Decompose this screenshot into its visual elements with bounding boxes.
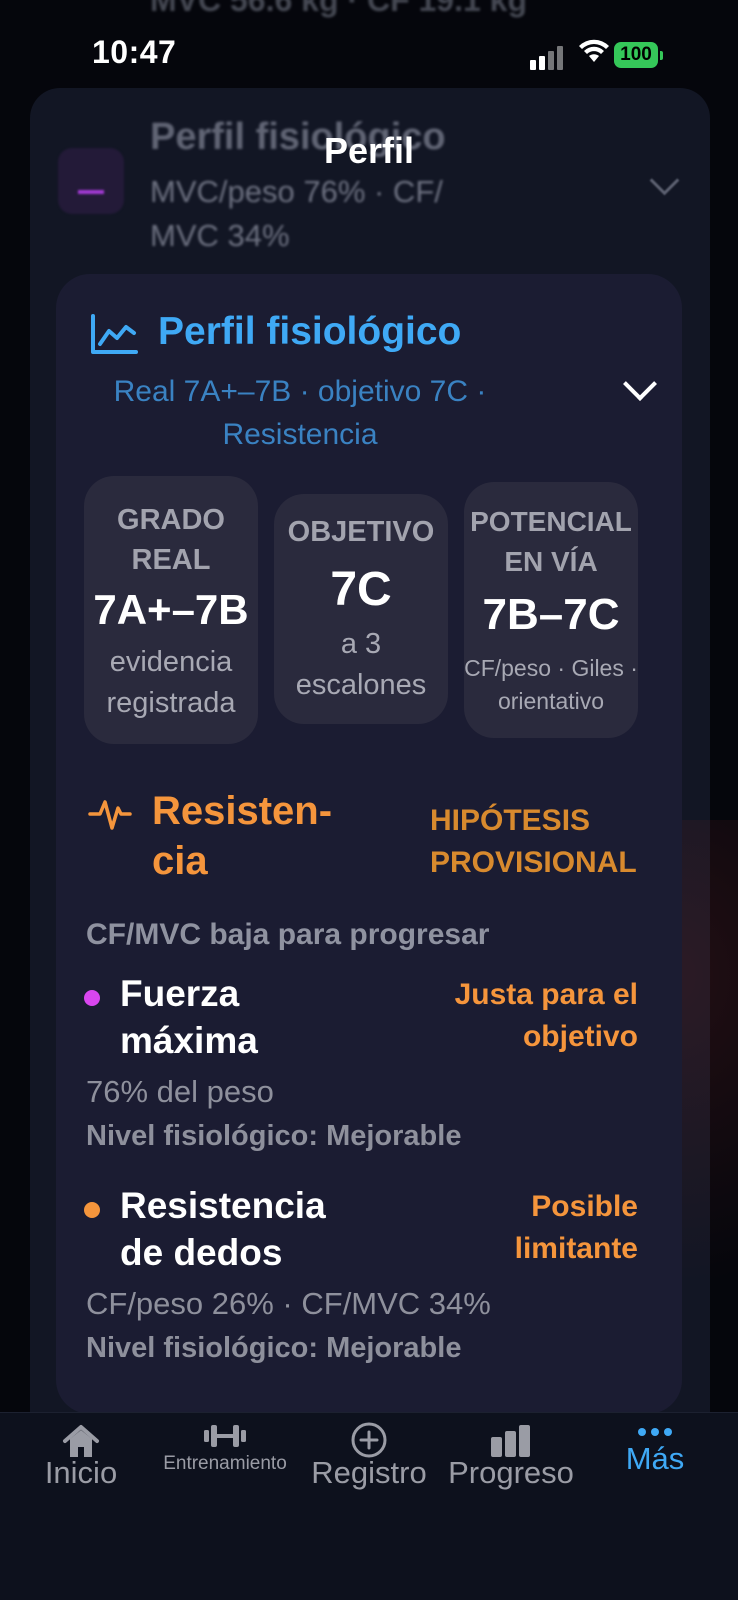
tile-note: CF/peso · Giles · orientativo [464,655,638,714]
tile-target: OBJETIVO 7C a 3 escalones [274,494,448,724]
section-subtitle: Real 7A+–7B · objetivo 7C · Resistencia [113,375,487,451]
tile-value: 7A+–7B [93,586,249,633]
resistance-description: CF/MVC baja para progresar [86,918,490,951]
more-icon [638,1428,672,1436]
tab-bar: Inicio Entrenamiento Registro Progreso M… [0,1412,738,1600]
wifi-icon [579,39,609,62]
battery-icon: 100 [614,42,658,68]
section-title: Perfil fisiológico [158,310,462,353]
tile-label: POTENCIAL EN VÍA [470,506,632,577]
tile-value: 7C [330,563,392,616]
heartbeat-icon [88,800,132,830]
status-dot [84,990,100,1006]
page-title: Perfil [323,130,415,171]
item-status: Posible limitante [514,1190,638,1265]
tile-route-potential: POTENCIAL EN VÍA 7B–7C CF/peso · Giles ·… [464,482,638,738]
item-metric: CF/peso 26% · CF/MVC 34% [86,1286,491,1321]
tab-mas[interactable]: Más [586,1413,724,1523]
chart-line-icon [91,314,138,354]
item-title: Fuerza máxima [120,973,258,1061]
tab-registro[interactable]: Registro [300,1413,438,1523]
tile-label: OBJETIVO [287,516,435,548]
battery-tip [660,51,663,60]
tab-progreso[interactable]: Progreso [440,1413,582,1523]
tab-label: Registro [311,1455,427,1490]
item-status: Justa para el objetivo [454,978,638,1053]
bar-chart-icon [491,1425,530,1457]
status-bar: 10:47 100 [0,0,738,100]
tile-value: 7B–7C [482,590,620,639]
resistance-title: Resisten-cia [152,789,333,883]
home-icon [63,1425,99,1457]
screen: MVC 56.6 kg · CF 19.1 kg Perfil fisiológ… [0,0,738,1600]
tab-label: Inicio [44,1455,118,1490]
tile-real-grade: GRADO REAL 7A+–7B evidencia registrada [84,476,258,744]
tile-note: evidencia registrada [106,646,236,719]
tab-entrenamiento[interactable]: Entrenamiento [150,1413,300,1523]
item-level: Nivel fisiológico: Mejorable [86,1120,462,1152]
item-metric: 76% del peso [86,1074,274,1109]
tile-label: GRADO REAL [117,504,225,576]
plus-circle-icon [351,1422,387,1458]
cellular-signal-icon [530,44,566,70]
tab-label: Progreso [448,1455,574,1490]
status-dot [84,1202,100,1218]
tab-label: Entrenamiento [163,1453,287,1474]
item-level: Nivel fisiológico: Mejorable [86,1332,462,1364]
tile-note: a 3 escalones [295,628,427,701]
hypothesis-badge: HIPÓTESIS PROVISIONAL [430,804,637,879]
item-title: Resistencia de dedos [120,1185,326,1273]
tab-label: Más [625,1441,685,1476]
background-card-subtitle: MVC/peso 76% · CF/ MVC 34% [150,174,443,253]
tab-inicio[interactable]: Inicio [20,1413,142,1523]
dumbbell-icon [204,1425,246,1447]
status-time: 10:47 [92,34,177,70]
